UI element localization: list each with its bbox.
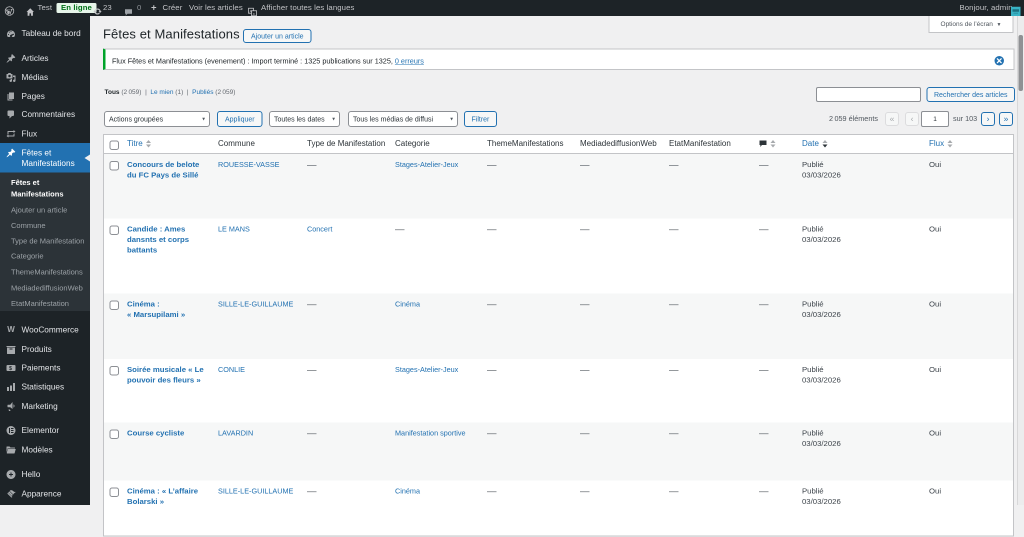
svg-text:$: $	[9, 366, 12, 372]
svg-text:A: A	[250, 9, 253, 14]
